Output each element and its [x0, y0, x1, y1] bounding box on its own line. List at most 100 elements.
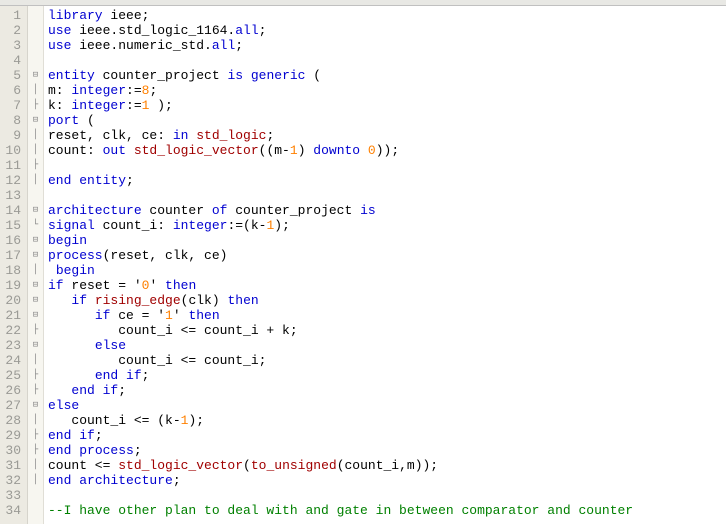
code-line[interactable]: if reset = '0' then	[48, 278, 726, 293]
fold-marker	[28, 23, 43, 38]
code-line[interactable]: begin	[48, 263, 726, 278]
token: (count_i,m));	[337, 458, 438, 473]
line-number: 16	[4, 233, 21, 248]
token: then	[165, 278, 196, 293]
token: :=	[126, 98, 142, 113]
code-line[interactable]	[48, 158, 726, 173]
fold-marker: ├	[28, 443, 43, 458]
fold-marker: │	[28, 83, 43, 98]
token: then	[188, 308, 219, 323]
code-line[interactable]: use ieee.std_logic_1164.all;	[48, 23, 726, 38]
line-number: 22	[4, 323, 21, 338]
code-line[interactable]: count: out std_logic_vector((m-1) downto…	[48, 143, 726, 158]
line-number: 33	[4, 488, 21, 503]
fold-marker[interactable]: ⊟	[28, 248, 43, 263]
line-number: 12	[4, 173, 21, 188]
line-number: 28	[4, 413, 21, 428]
token: if	[79, 428, 95, 443]
code-line[interactable]: count_i <= (k-1);	[48, 413, 726, 428]
token: ;	[173, 473, 181, 488]
code-line[interactable]: reset, clk, ce: in std_logic;	[48, 128, 726, 143]
token: else	[95, 338, 126, 353]
code-line[interactable]: use ieee.numeric_std.all;	[48, 38, 726, 53]
code-line[interactable]: end if;	[48, 368, 726, 383]
line-number: 30	[4, 443, 21, 458]
fold-marker[interactable]: ⊟	[28, 398, 43, 413]
code-line[interactable]: if rising_edge(clk) then	[48, 293, 726, 308]
fold-marker[interactable]: ⊟	[28, 113, 43, 128]
code-line[interactable]: else	[48, 338, 726, 353]
token: counter_project	[227, 203, 360, 218]
token: (	[305, 68, 321, 83]
code-line[interactable]: process(reset, clk, ce)	[48, 248, 726, 263]
fold-marker: ├	[28, 98, 43, 113]
line-number: 13	[4, 188, 21, 203]
token: is	[360, 203, 376, 218]
code-line[interactable]: --I have other plan to deal with and gat…	[48, 503, 726, 518]
fold-marker[interactable]: ⊟	[28, 293, 43, 308]
token: end	[48, 473, 71, 488]
code-line[interactable]: count_i <= count_i;	[48, 353, 726, 368]
line-number: 25	[4, 368, 21, 383]
token: use	[48, 23, 71, 38]
line-number: 23	[4, 338, 21, 353]
token: count:	[48, 143, 103, 158]
token: ieee.std_logic_1164.	[71, 23, 235, 38]
token: architecture	[79, 473, 173, 488]
code-line[interactable]: end process;	[48, 443, 726, 458]
code-line[interactable]: m: integer:=8;	[48, 83, 726, 98]
token: ;	[95, 428, 103, 443]
fold-marker	[28, 488, 43, 503]
code-line[interactable]	[48, 188, 726, 203]
fold-marker: ├	[28, 158, 43, 173]
fold-marker[interactable]: ⊟	[28, 203, 43, 218]
code-line[interactable]: else	[48, 398, 726, 413]
code-line[interactable]: count_i <= count_i + k;	[48, 323, 726, 338]
code-line[interactable]: architecture counter of counter_project …	[48, 203, 726, 218]
line-number: 34	[4, 503, 21, 518]
code-line[interactable]: end architecture;	[48, 473, 726, 488]
code-line[interactable]: begin	[48, 233, 726, 248]
code-line[interactable]: entity counter_project is generic (	[48, 68, 726, 83]
token: integer	[71, 83, 126, 98]
token: rising_edge	[95, 293, 181, 308]
token: '	[173, 308, 189, 323]
code-line[interactable]: k: integer:=1 );	[48, 98, 726, 113]
token: process	[79, 443, 134, 458]
token: else	[48, 398, 79, 413]
token: (reset, clk, ce)	[103, 248, 228, 263]
code-editor[interactable]: 1234567891011121314151617181920212223242…	[0, 6, 726, 524]
fold-marker: ├	[28, 323, 43, 338]
token: downto	[313, 143, 360, 158]
fold-marker[interactable]: ⊟	[28, 308, 43, 323]
token: ce = '	[110, 308, 165, 323]
code-line[interactable]: count <= std_logic_vector(to_unsigned(co…	[48, 458, 726, 473]
token: std_logic_vector	[118, 458, 243, 473]
fold-marker[interactable]: ⊟	[28, 68, 43, 83]
fold-marker[interactable]: ⊟	[28, 233, 43, 248]
line-number: 8	[4, 113, 21, 128]
code-area[interactable]: library ieee;use ieee.std_logic_1164.all…	[44, 6, 726, 524]
token: 1	[165, 308, 173, 323]
code-line[interactable]: library ieee;	[48, 8, 726, 23]
token: reset, clk, ce:	[48, 128, 173, 143]
code-line[interactable]: end if;	[48, 383, 726, 398]
code-line[interactable]: if ce = '1' then	[48, 308, 726, 323]
fold-marker[interactable]: ⊟	[28, 278, 43, 293]
code-line[interactable]: signal count_i: integer:=(k-1);	[48, 218, 726, 233]
code-line[interactable]	[48, 53, 726, 68]
code-line[interactable]	[48, 488, 726, 503]
token: ;	[118, 383, 126, 398]
code-line[interactable]: port (	[48, 113, 726, 128]
token	[48, 293, 71, 308]
fold-gutter[interactable]: ⊟│├⊟││├│⊟└⊟⊟│⊟⊟⊟├⊟│├├⊟│├├││	[28, 6, 44, 524]
token: '	[149, 278, 165, 293]
token: ;	[142, 368, 150, 383]
code-line[interactable]: end entity;	[48, 173, 726, 188]
fold-marker[interactable]: ⊟	[28, 338, 43, 353]
token: count <=	[48, 458, 118, 473]
token	[118, 368, 126, 383]
token: k:	[48, 98, 71, 113]
code-line[interactable]: end if;	[48, 428, 726, 443]
line-number: 26	[4, 383, 21, 398]
